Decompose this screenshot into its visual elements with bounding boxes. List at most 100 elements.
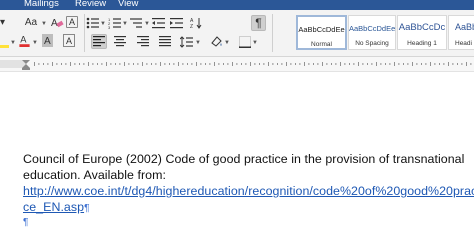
chevron-down-icon[interactable]: ▼ xyxy=(224,40,230,46)
ruler-tick xyxy=(173,63,175,65)
svg-text:A: A xyxy=(44,36,51,47)
left-indent-marker xyxy=(22,68,30,70)
align-left-button[interactable] xyxy=(91,34,107,49)
style-heading-1[interactable]: AaBbCcDc Heading 1 xyxy=(397,15,447,50)
ruler-tick xyxy=(308,63,310,65)
style-name: Normal xyxy=(311,41,332,48)
chevron-down-icon[interactable]: ▼ xyxy=(252,40,258,46)
chevron-down-icon[interactable]: ▼ xyxy=(41,21,47,27)
text-styles-label: A xyxy=(68,17,75,27)
multilevel-list-icon[interactable] xyxy=(130,16,143,29)
ruler-tick xyxy=(430,62,431,66)
decrease-font-icon[interactable]: ▾ xyxy=(0,16,9,29)
ruler-tick xyxy=(268,62,269,66)
ruler-tick xyxy=(232,62,233,66)
ruler-tick xyxy=(142,62,143,66)
ruler-tick xyxy=(223,63,224,65)
ruler-tick xyxy=(448,62,449,66)
sort-icon[interactable]: A Z xyxy=(190,16,203,29)
ruler-tick xyxy=(403,63,404,65)
style-normal[interactable]: AaBbCcDdEe Normal xyxy=(296,15,347,50)
svg-text:3: 3 xyxy=(108,25,111,29)
bullets-icon[interactable] xyxy=(86,16,99,29)
ruler-tick xyxy=(421,63,422,65)
paragraph-shading-icon[interactable] xyxy=(210,35,223,48)
ruler-tick xyxy=(470,63,472,65)
borders-glyph xyxy=(238,35,251,48)
style-sample: AaBbCcDc xyxy=(398,22,446,33)
character-shading-button[interactable]: A xyxy=(41,33,54,47)
horizontal-ruler[interactable] xyxy=(0,57,474,72)
ruler-tick xyxy=(178,62,179,66)
style-no-spacing[interactable]: AaBbCcDdEe No Spacing xyxy=(348,15,396,50)
ruler-tick xyxy=(331,63,332,65)
change-case-button[interactable]: Aa xyxy=(22,16,40,29)
line-spacing-icon[interactable] xyxy=(180,35,193,48)
ruler-tick xyxy=(322,62,323,66)
reference-url-link-cont[interactable]: ce_EN.asp xyxy=(23,200,84,214)
ruler-tick xyxy=(146,63,148,65)
ruler-tick xyxy=(196,62,197,66)
decrease-indent-glyph xyxy=(152,17,165,28)
ruler-tick xyxy=(317,63,319,65)
borders-icon[interactable] xyxy=(238,35,251,48)
align-right-button[interactable] xyxy=(136,35,149,48)
ruler-tick xyxy=(466,62,467,66)
chevron-down-icon[interactable]: ▼ xyxy=(144,21,150,27)
chevron-down-icon[interactable]: ▼ xyxy=(100,21,106,27)
ruler-tick xyxy=(124,62,125,66)
decrease-indent-icon[interactable] xyxy=(152,16,165,29)
ruler-tick xyxy=(155,63,157,65)
menu-mailings[interactable]: Mailings xyxy=(24,0,59,9)
clear-formatting-icon[interactable]: A xyxy=(49,16,64,29)
ruler-tick xyxy=(412,62,413,66)
menu-review[interactable]: Review xyxy=(75,0,106,9)
reference-url-line-2[interactable]: ce_EN.asp¶ xyxy=(23,200,89,214)
ribbon: Mailings Review View ▾ Aa ▼ A A ▼ 1 2 3 … xyxy=(0,0,474,57)
ruler-tick xyxy=(47,63,49,65)
reference-url-line-1[interactable]: http://www.coe.int/t/dg4/highereducation… xyxy=(23,184,474,198)
style-sample: AaBbC xyxy=(455,22,474,32)
ruler-tick xyxy=(353,63,355,65)
menu-view[interactable]: View xyxy=(118,0,138,9)
ruler-tick xyxy=(92,63,94,65)
ruler-tick xyxy=(83,63,85,65)
bullets-glyph xyxy=(86,17,99,28)
ruler-tick xyxy=(344,63,346,65)
ruler-tick xyxy=(389,63,391,65)
ruler-tick xyxy=(119,63,121,65)
text-effects-glyph xyxy=(0,45,9,48)
align-center-button[interactable] xyxy=(113,35,126,48)
text-styles-button[interactable]: A xyxy=(66,16,78,28)
align-center-icon xyxy=(113,36,126,47)
chevron-down-icon[interactable]: ▼ xyxy=(122,21,128,27)
ruler-tick xyxy=(295,63,296,65)
increase-indent-icon[interactable] xyxy=(170,16,183,29)
pilcrow-icon: ¶ xyxy=(255,16,262,30)
font-color-button[interactable]: A xyxy=(18,34,31,47)
numbering-icon[interactable]: 1 2 3 xyxy=(108,16,121,29)
ruler-tick xyxy=(380,63,382,65)
justify-button[interactable] xyxy=(158,35,171,48)
ruler-tick xyxy=(218,63,220,65)
chevron-down-icon[interactable]: ▼ xyxy=(10,40,16,46)
show-formatting-button[interactable]: ¶ xyxy=(251,15,266,31)
ruler-tick xyxy=(439,63,440,65)
ruler-tick xyxy=(191,63,193,65)
ruler-tick xyxy=(326,63,328,65)
style-heading-2[interactable]: AaBbC Headi xyxy=(448,15,474,50)
font-color-glyph: A xyxy=(19,34,30,47)
ruler-tick xyxy=(65,63,67,65)
reference-url-link[interactable]: http://www.coe.int/t/dg4/highereducation… xyxy=(23,184,474,198)
ruler-tick xyxy=(259,63,260,65)
character-border-button[interactable]: A xyxy=(63,34,75,47)
ruler-tick xyxy=(61,63,62,65)
increase-indent-glyph xyxy=(170,17,183,28)
ruler-tick xyxy=(461,63,463,65)
ruler-tick xyxy=(385,63,386,65)
chevron-down-icon[interactable]: ▼ xyxy=(195,40,201,46)
ruler-tick xyxy=(250,62,251,66)
chevron-down-icon[interactable]: ▼ xyxy=(32,40,38,46)
ruler-tick xyxy=(79,63,80,65)
ruler-tick xyxy=(110,63,112,65)
